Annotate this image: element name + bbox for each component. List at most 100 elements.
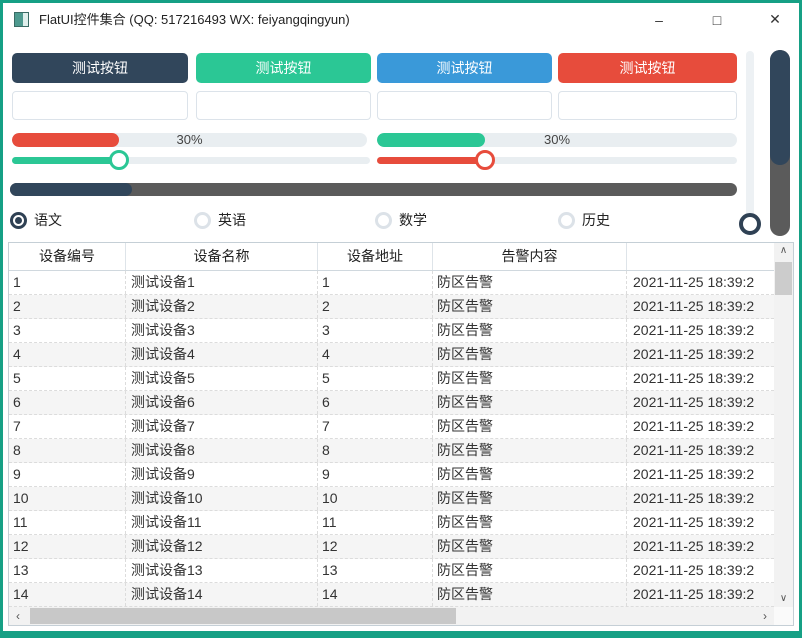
table-horizontal-scrollbar[interactable]: ‹ ›: [9, 607, 774, 625]
table-cell: 测试设备11: [126, 511, 318, 534]
table-cell: 10: [9, 487, 126, 510]
vertical-slider-handle[interactable]: [739, 213, 761, 235]
table-vertical-scrollbar[interactable]: ∧ ∨: [774, 243, 793, 607]
vertical-scrollbar-widget[interactable]: [770, 50, 790, 236]
vertical-slider-track[interactable]: [746, 51, 754, 233]
table-cell: 3: [318, 319, 433, 342]
table-cell: 8: [318, 439, 433, 462]
horizontal-scrollbar-thumb[interactable]: [30, 608, 456, 624]
vertical-scrollbar-thumb[interactable]: [775, 262, 792, 295]
slider-red-handle[interactable]: [475, 150, 495, 170]
table-cell: 防区告警: [433, 391, 627, 414]
table-cell: 2021-11-25 18:39:2: [633, 538, 755, 554]
table-cell: 2021-11-25 18:39:2: [633, 346, 755, 362]
horizontal-scrollbar-widget[interactable]: [10, 183, 737, 196]
table-cell: 测试设备6: [126, 391, 318, 414]
table-row[interactable]: 3 测试设备3 3 防区告警 2021-11-25 18:39:2: [9, 319, 774, 343]
slider-green-track[interactable]: [12, 157, 370, 164]
table-cell: 4: [9, 343, 126, 366]
table-cell: 11: [318, 511, 433, 534]
maximize-button[interactable]: □: [695, 3, 739, 36]
table-cell: 2021-11-25 18:39:2: [633, 586, 755, 602]
table-cell: 防区告警: [433, 415, 627, 438]
table-row[interactable]: 10 测试设备10 10 防区告警 2021-11-25 18:39:2: [9, 487, 774, 511]
table-row[interactable]: 4 测试设备4 4 防区告警 2021-11-25 18:39:2: [9, 343, 774, 367]
test-button-dark[interactable]: 测试按钮: [12, 53, 188, 83]
table-cell: 防区告警: [433, 367, 627, 390]
table-cell: 测试设备14: [126, 583, 318, 606]
table-header-cell[interactable]: 设备编号: [9, 243, 126, 270]
table-cell: 测试设备5: [126, 367, 318, 390]
table-cell: 测试设备2: [126, 295, 318, 318]
app-window: FlatUI控件集合 (QQ: 517216493 WX: feiyangqin…: [0, 0, 802, 638]
radio-yuwen[interactable]: 语文: [10, 210, 62, 230]
table-row[interactable]: 6 测试设备6 6 防区告警 2021-11-25 18:39:2: [9, 391, 774, 415]
progress-value-label: 30%: [176, 133, 203, 147]
table-row[interactable]: 9 测试设备9 9 防区告警 2021-11-25 18:39:2: [9, 463, 774, 487]
table-cell: 测试设备1: [126, 271, 318, 294]
slider-red-track[interactable]: [377, 157, 737, 164]
table-row[interactable]: 13 测试设备13 13 防区告警 2021-11-25 18:39:2: [9, 559, 774, 583]
scrollbar-thumb[interactable]: [770, 50, 790, 165]
text-input-1[interactable]: [12, 91, 188, 120]
table-row[interactable]: 12 测试设备12 12 防区告警 2021-11-25 18:39:2: [9, 535, 774, 559]
test-button-blue[interactable]: 测试按钮: [377, 53, 552, 83]
table-cell: 防区告警: [433, 271, 627, 294]
table-cell: 2021-11-25 18:39:2: [633, 562, 755, 578]
table-cell: 防区告警: [433, 295, 627, 318]
table-row[interactable]: 2 测试设备2 2 防区告警 2021-11-25 18:39:2: [9, 295, 774, 319]
radio-label: 语文: [34, 212, 62, 228]
table-cell: 6: [318, 391, 433, 414]
table-cell: 14: [318, 583, 433, 606]
table-cell: 2021-11-25 18:39:2: [633, 442, 755, 458]
radio-yingyu[interactable]: 英语: [194, 210, 246, 230]
slider-green-handle[interactable]: [109, 150, 129, 170]
device-alarm-table: 设备编号 设备名称 设备地址 告警内容 1 测试设备1 1 防区告警 2021-11-25 1…: [8, 242, 794, 626]
table-row[interactable]: 7 测试设备7 7 防区告警 2021-11-25 18:39:2: [9, 415, 774, 439]
table-row[interactable]: 14 测试设备14 14 防区告警 2021-11-25 18:39:2: [9, 583, 774, 607]
radio-label: 历史: [582, 212, 610, 228]
radio-circle-icon: [194, 211, 211, 229]
table-cell: 9: [9, 463, 126, 486]
scroll-right-icon[interactable]: ›: [756, 607, 774, 625]
close-button[interactable]: ✕: [753, 3, 797, 36]
table-cell: 测试设备10: [126, 487, 318, 510]
table-header-cell[interactable]: 设备地址: [318, 243, 433, 270]
text-input-4[interactable]: [558, 91, 737, 120]
table-cell: 测试设备4: [126, 343, 318, 366]
radio-shuxue[interactable]: 数学: [375, 210, 427, 230]
table-row[interactable]: 5 测试设备5 5 防区告警 2021-11-25 18:39:2: [9, 367, 774, 391]
table-cell: 6: [9, 391, 126, 414]
table-cell: 13: [318, 559, 433, 582]
table-cell: 2021-11-25 18:39:2: [633, 298, 755, 314]
table-cell: 1: [9, 271, 126, 294]
table-cell: 防区告警: [433, 343, 627, 366]
scrollbar-thumb[interactable]: [10, 183, 132, 196]
table-cell: 测试设备3: [126, 319, 318, 342]
test-button-red[interactable]: 测试按钮: [558, 53, 737, 83]
table-row[interactable]: 1 测试设备1 1 防区告警 2021-11-25 18:39:2: [9, 271, 774, 295]
text-input-2[interactable]: [196, 91, 371, 120]
table-cell: 8: [9, 439, 126, 462]
table-cell: 防区告警: [433, 559, 627, 582]
table-row[interactable]: 11 测试设备11 11 防区告警 2021-11-25 18:39:2: [9, 511, 774, 535]
table-row[interactable]: 8 测试设备8 8 防区告警 2021-11-25 18:39:2: [9, 439, 774, 463]
scroll-up-icon[interactable]: ∧: [774, 243, 793, 259]
table-cell: 4: [318, 343, 433, 366]
scroll-down-icon[interactable]: ∨: [774, 591, 793, 607]
table-cell: 2: [9, 295, 126, 318]
minimize-button[interactable]: –: [637, 3, 681, 36]
test-button-green[interactable]: 测试按钮: [196, 53, 371, 83]
radio-lishi[interactable]: 历史: [558, 210, 610, 230]
scroll-left-icon[interactable]: ‹: [9, 607, 27, 625]
table-header-cell[interactable]: 设备名称: [126, 243, 318, 270]
table-header-cell[interactable]: 告警内容: [433, 243, 627, 270]
table-cell: 防区告警: [433, 319, 627, 342]
progress-bar-green: 30%: [377, 133, 737, 147]
progress-bar-red: 30%: [12, 133, 367, 147]
window-controls: – □ ✕: [637, 3, 797, 36]
text-input-3[interactable]: [377, 91, 552, 120]
table-cell: 防区告警: [433, 511, 627, 534]
table-cell: 防区告警: [433, 487, 627, 510]
table-header-cell[interactable]: [627, 243, 774, 270]
